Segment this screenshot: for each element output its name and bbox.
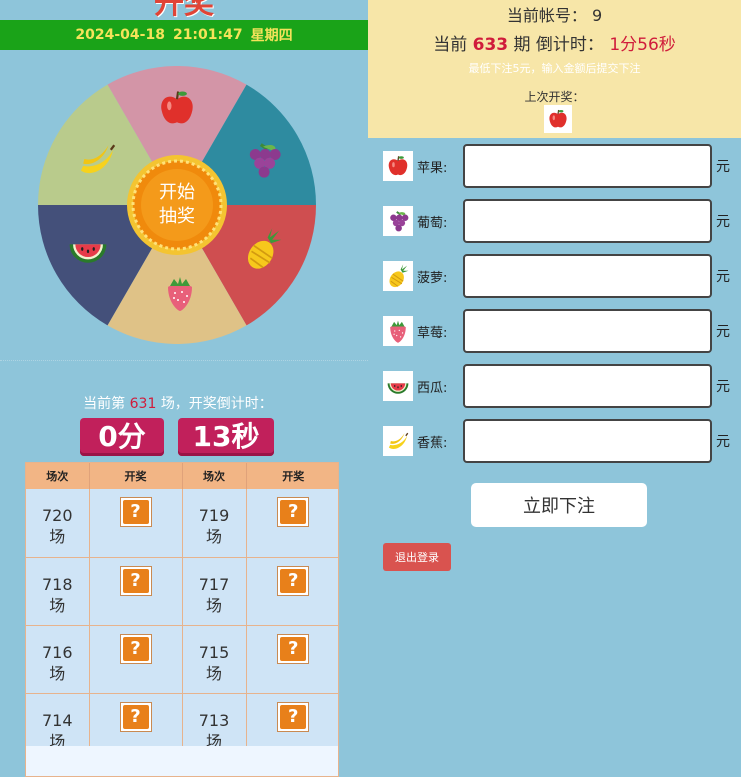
history-round: 715 场 [182,625,247,694]
start-line1: 开始 [159,182,195,203]
bet-amount-input[interactable] [463,309,712,353]
bet-amount-input[interactable] [463,364,712,408]
countdown-minutes: 0分 [80,418,164,456]
unknown-result-icon: ? [277,565,310,596]
countdown-seconds: 13秒 [178,418,274,456]
history-header-row: 场次 开奖 场次 开奖 [26,463,338,489]
period-number: 633 [472,35,509,55]
currency-unit: 元 [716,434,730,450]
header-prize: 开奖 [89,463,183,489]
header-round: 场次 [26,463,90,489]
history-prize: ? [246,489,338,558]
logout-button[interactable]: 退出登录 [383,543,451,571]
history-row: 716 场? 715 场? [26,625,338,694]
pineapple-icon [383,261,413,291]
bet-row: 香蕉: 元 [383,418,741,464]
history-prize: ? [89,557,183,626]
history-round: 718 场 [26,557,90,626]
period-countdown: 1分56秒 [609,35,676,55]
page-title: 开奖 [154,0,214,21]
grape-icon [383,206,413,236]
wheel-svg: 开始 抽奖 [38,65,316,345]
unknown-result-icon: ? [119,701,152,732]
apple-icon [383,151,413,181]
unknown-result-icon: ? [277,633,310,664]
account-panel: 当前帐号： 9 当前 633 期 倒计时： 1分56秒 最低下注5元，输入金额后… [368,0,741,138]
history-round: 716 场 [26,625,90,694]
left-panel: 开奖 2024-04-18 21:01:47 星期四 开始 抽奖 当前第 631… [0,0,368,777]
bet-row: 苹果: 元 [383,143,741,189]
currency-unit: 元 [716,269,730,285]
lottery-wheel: 开始 抽奖 [38,65,316,345]
history-prize: ? [89,625,183,694]
bet-amount-input[interactable] [463,254,712,298]
current-round-number: 631 [129,396,157,412]
account-number: 9 [591,6,603,25]
bet-row: 菠萝: 元 [383,253,741,299]
start-draw-button[interactable]: 开始 抽奖 [127,155,227,255]
account-line: 当前帐号： 9 [506,6,603,25]
strawberry-icon [383,316,413,346]
history-prize: ? [246,557,338,626]
bet-label: 葡萄: [417,215,448,231]
bet-label: 苹果: [417,160,448,176]
header-round: 场次 [182,463,247,489]
bet-label: 香蕉: [417,435,448,451]
bet-row: 葡萄: 元 [383,198,741,244]
currency-unit: 元 [716,214,730,230]
bet-amount-input[interactable] [463,199,712,243]
bet-label: 菠萝: [417,270,448,286]
last-draw-label: 上次开奖： [524,90,585,104]
datetime-bar: 2024-04-18 21:01:47 星期四 [0,20,368,50]
watermelon-icon [383,371,413,401]
history-row: 718 场? 717 场? [26,557,338,626]
currency-unit: 元 [716,379,730,395]
min-bet-hint: 最低下注5元，输入金额后提交下注 [468,62,641,75]
bet-row: 西瓜: 元 [383,363,741,409]
history-table: 场次 开奖 场次 开奖 720 场? 719 场? 718 场? 717 场? 716 场? 715… [25,462,339,777]
bet-amount-input[interactable] [463,144,712,188]
current-round-text: 当前第 631 场，开奖倒计时： [83,396,273,412]
history-footer [26,746,338,776]
bet-label: 西瓜: [417,380,448,396]
bet-label: 草莓: [417,325,448,341]
header-prize: 开奖 [246,463,338,489]
currency-unit: 元 [716,159,730,175]
weekday-text: 星期四 [250,28,293,44]
history-round: 720 场 [26,489,90,558]
currency-unit: 元 [716,324,730,340]
unknown-result-icon: ? [277,497,310,527]
history-round: 719 场 [182,489,247,558]
bet-amount-input[interactable] [463,419,712,463]
start-line2: 抽奖 [159,206,195,227]
date-text: 2024-04-18 [75,27,165,43]
bet-row: 草莓: 元 [383,308,741,354]
history-round: 717 场 [182,557,247,626]
place-bet-button[interactable]: 立即下注 [471,483,647,527]
time-text: 21:01:47 [172,27,243,43]
unknown-result-icon: ? [119,497,152,527]
banana-icon [383,426,413,456]
unknown-result-icon: ? [277,701,310,732]
draw-countdown: 0分 13秒 [80,418,274,456]
unknown-result-icon: ? [119,633,152,664]
history-row: 720 场? 719 场? [26,489,338,558]
period-line: 当前 633 期 倒计时： 1分56秒 [433,35,676,55]
unknown-result-icon: ? [119,565,152,596]
history-prize: ? [89,489,183,558]
history-prize: ? [246,625,338,694]
divider [0,360,368,361]
last-draw-apple-icon [544,105,572,133]
